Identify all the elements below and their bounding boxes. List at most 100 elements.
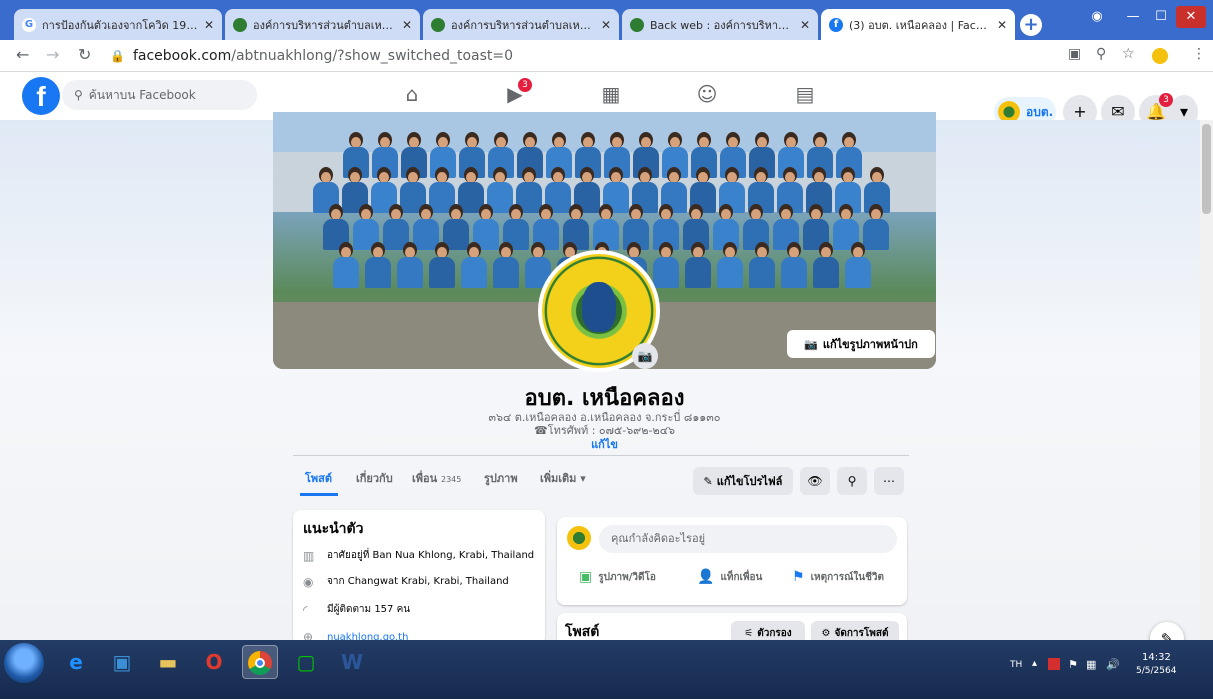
- opera-icon[interactable]: O: [196, 645, 232, 679]
- close-icon[interactable]: ✕: [402, 18, 412, 32]
- facebook-search-input[interactable]: ⚲ ค้นหาบน Facebook: [62, 80, 257, 110]
- url-field[interactable]: 🔒 facebook.com/abtnuakhlong/?show_switch…: [110, 45, 1050, 67]
- menu-dots-icon[interactable]: ⋮: [1192, 46, 1206, 62]
- close-icon[interactable]: ✕: [204, 18, 214, 32]
- browser-tab-facebook[interactable]: f (3) อบต. เหนือคลอง | Facebook ✕: [821, 9, 1015, 40]
- word-icon[interactable]: W: [334, 645, 370, 679]
- new-tab-button[interactable]: +: [1020, 14, 1042, 36]
- watch-icon[interactable]: ▶ 3: [500, 78, 532, 110]
- edit-bio-link[interactable]: แก้ไข: [293, 435, 916, 453]
- photo-video-button[interactable]: ▣ รูปภาพ/วิดีโอ: [579, 569, 656, 585]
- media-player-icon[interactable]: ▣: [104, 645, 140, 679]
- address-bar: ← → ↻ 🔒 facebook.com/abtnuakhlong/?show_…: [0, 40, 1213, 72]
- person-figure: [461, 242, 487, 288]
- search-icon[interactable]: ⚲: [837, 467, 867, 495]
- line-app-icon[interactable]: ▢: [288, 645, 324, 679]
- tab-about[interactable]: เกี่ยวกับ: [356, 469, 393, 487]
- close-icon[interactable]: ✕: [997, 18, 1007, 32]
- life-event-button[interactable]: ⚑ เหตุการณ์ในชีวิต: [792, 569, 884, 585]
- person-figure: [685, 242, 711, 288]
- zoom-icon[interactable]: ⚲: [1096, 46, 1106, 62]
- tab-friends[interactable]: เพื่อน 2345: [412, 469, 461, 487]
- edit-profile-label: แก้ไขโปรไฟล์: [716, 475, 783, 488]
- chrome-icon[interactable]: [242, 645, 278, 679]
- flag-icon: ⚑: [792, 569, 805, 585]
- browser-tab-site-1[interactable]: องค์การบริหารส่วนตำบลเหนือคลอง ✕: [225, 9, 420, 40]
- marketplace-icon[interactable]: ▦: [596, 82, 626, 110]
- gaming-icon[interactable]: ▤: [790, 82, 820, 110]
- edit-cover-label: แก้ไขรูปภาพหน้าปก: [822, 338, 918, 351]
- camera-icon[interactable]: 📷: [632, 343, 658, 369]
- forward-icon[interactable]: →: [46, 45, 59, 64]
- flag-icon[interactable]: ⚑: [1068, 658, 1078, 671]
- clock-time[interactable]: 14:32: [1142, 652, 1171, 663]
- filter-label: ตัวกรอง: [757, 627, 792, 639]
- person-figure: [333, 242, 359, 288]
- minimize-icon[interactable]: —: [1120, 6, 1146, 28]
- intro-title: แนะนำตัว: [303, 521, 364, 537]
- photo-video-label: รูปภาพ/วิดีโอ: [598, 571, 656, 583]
- close-icon[interactable]: ✕: [800, 18, 810, 32]
- profile-icon[interactable]: ◉: [1085, 6, 1109, 28]
- antivirus-icon[interactable]: [1048, 658, 1060, 670]
- back-icon[interactable]: ←: [16, 45, 29, 64]
- watch-badge: 3: [518, 78, 532, 92]
- followers-text: มีผู้ติดตาม 157 คน: [327, 604, 411, 615]
- tab-friends-label: เพื่อน: [412, 472, 438, 485]
- person-figure: [813, 242, 839, 288]
- pencil-icon: ✎: [703, 474, 713, 488]
- network-icon[interactable]: ▦: [1086, 658, 1096, 671]
- site-icon: [233, 17, 247, 32]
- more-options-icon[interactable]: ⋯: [874, 467, 904, 495]
- clock-date[interactable]: 5/5/2564: [1136, 666, 1176, 676]
- window-close-icon[interactable]: ✕: [1176, 6, 1206, 28]
- tab-photos[interactable]: รูปภาพ: [484, 469, 518, 487]
- site-icon: [630, 17, 644, 32]
- tray-expand-icon[interactable]: ▴: [1032, 658, 1037, 669]
- close-icon[interactable]: ✕: [601, 18, 611, 32]
- avatar: [567, 526, 591, 550]
- intro-lives-in: ▥ อาศัยอยู่ที่ Ban Nua Khlong, Krabi, Th…: [303, 548, 534, 563]
- from-text: จาก Changwat Krabi, Krabi, Thailand: [327, 576, 509, 587]
- google-icon: G: [22, 17, 36, 32]
- view-as-eye-icon[interactable]: 👁: [800, 467, 830, 495]
- tab-more[interactable]: เพิ่มเติม ▾: [540, 469, 586, 487]
- edit-profile-button[interactable]: ✎ แก้ไขโปรไฟล์: [693, 467, 793, 495]
- language-indicator[interactable]: TH: [1010, 660, 1022, 670]
- person-figure: [397, 242, 423, 288]
- rss-icon: ◜: [303, 602, 308, 617]
- person-figure: [845, 242, 871, 288]
- reload-icon[interactable]: ↻: [78, 45, 91, 64]
- tab-posts[interactable]: โพสต์: [305, 469, 332, 487]
- scrollbar-thumb[interactable]: [1202, 124, 1211, 214]
- facebook-logo-icon[interactable]: f: [22, 77, 60, 115]
- tab-title: องค์การบริหารส่วนตำบลเหนือคลอง: [253, 18, 396, 32]
- groups-icon[interactable]: ☺: [692, 82, 722, 110]
- site-icon: [431, 17, 445, 32]
- tab-title: (3) อบต. เหนือคลอง | Facebook: [849, 18, 991, 32]
- person-figure: [493, 242, 519, 288]
- tag-friends-button[interactable]: 👤 แท็กเพื่อน: [697, 569, 762, 585]
- internet-explorer-icon[interactable]: e: [58, 645, 94, 679]
- composer-input[interactable]: คุณกำลังคิดอะไรอยู่: [599, 525, 897, 553]
- volume-icon[interactable]: 🔊: [1106, 658, 1120, 671]
- file-explorer-icon[interactable]: ▬: [150, 645, 186, 679]
- browser-tab-backweb[interactable]: Back web : องค์การบริหารส่วนตำบล ✕: [622, 9, 818, 40]
- bookmark-star-icon[interactable]: ☆: [1122, 46, 1135, 62]
- browser-tab-google[interactable]: G การป้องกันตัวเองจากโควิด 19 - Go ✕: [14, 9, 222, 40]
- profile-short-name: อบต.: [1026, 104, 1054, 119]
- active-tab-indicator: [300, 493, 338, 496]
- windows-taskbar: e ▣ ▬ O ▢ W TH ▴ ⚑ ▦ 🔊 14:32 5/5/2564: [0, 640, 1213, 699]
- maximize-icon[interactable]: ☐: [1148, 6, 1174, 28]
- url-path: /abtnuakhlong/?show_switched_toast=0: [231, 48, 514, 64]
- browser-tab-site-2[interactable]: องค์การบริหารส่วนตำบลเหนือคลอง ✕: [423, 9, 619, 40]
- lives-in-text: อาศัยอยู่ที่ Ban Nua Khlong, Krabi, Thai…: [327, 550, 535, 561]
- windows-start-icon[interactable]: [4, 643, 44, 683]
- extension-icon[interactable]: [1152, 48, 1168, 64]
- intro-from: ◉ จาก Changwat Krabi, Krabi, Thailand: [303, 574, 509, 589]
- edit-cover-photo-button[interactable]: 📷 แก้ไขรูปภาพหน้าปก: [787, 330, 935, 358]
- life-event-label: เหตุการณ์ในชีวิต: [810, 571, 884, 583]
- translate-icon[interactable]: ▣: [1068, 46, 1081, 62]
- home-icon[interactable]: ⌂: [397, 82, 427, 110]
- tag-person-icon: 👤: [697, 569, 715, 585]
